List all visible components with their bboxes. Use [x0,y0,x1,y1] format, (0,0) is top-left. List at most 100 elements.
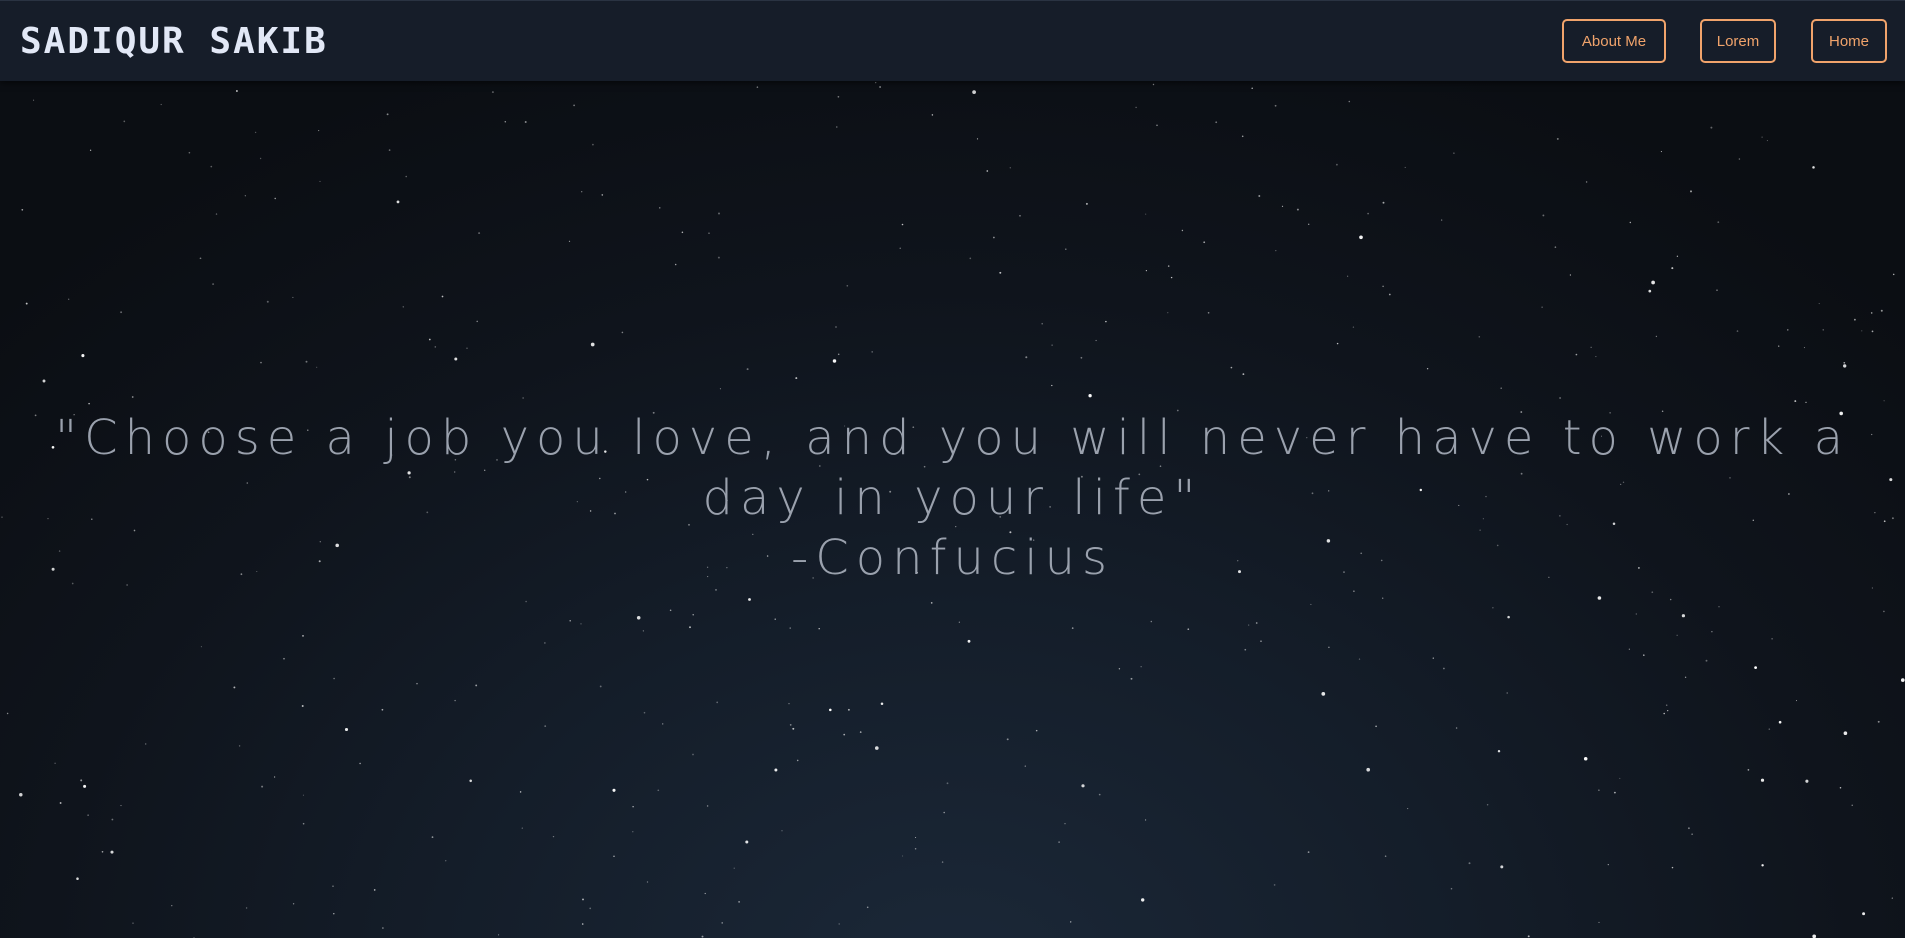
star [930,602,933,604]
star [1080,356,1083,359]
star [1663,712,1666,715]
star [1554,246,1557,248]
star [1500,865,1504,869]
star [1009,167,1011,169]
star [1687,827,1690,830]
star [612,788,616,792]
star [1187,628,1190,631]
star [1388,293,1391,296]
star [1065,248,1067,250]
star [745,840,749,844]
star [708,232,710,234]
star [19,793,23,797]
star [999,271,1002,274]
star [1607,863,1609,866]
star [1660,151,1662,153]
star [902,855,904,857]
star [1891,897,1893,899]
star [1559,397,1562,399]
star [1105,320,1107,323]
star [1358,658,1361,660]
star [259,157,262,160]
star [1336,163,1338,166]
star [215,213,218,215]
nav-lorem-button[interactable]: Lorem [1700,19,1776,63]
star [333,912,335,915]
star [715,589,717,591]
star [835,326,837,328]
star [1404,166,1406,168]
star [6,712,9,715]
star [1585,181,1588,183]
star [838,923,840,925]
star [1255,622,1258,624]
star [428,338,431,341]
star [1590,346,1592,348]
star [795,377,798,380]
star [692,753,694,756]
star [1336,342,1339,345]
star [1006,738,1009,741]
star [521,827,523,829]
star [454,357,458,361]
star [382,927,384,929]
star [1671,866,1674,869]
star [131,396,134,398]
star [1058,841,1060,843]
star [388,149,391,151]
star [1486,804,1489,806]
star [42,379,46,383]
star [733,867,735,869]
star [1441,219,1443,221]
star [1347,275,1349,277]
star [1248,624,1250,626]
star [1760,778,1765,782]
star [1275,249,1277,252]
star [748,598,751,601]
star [1095,339,1097,342]
star [1353,590,1355,592]
star [359,762,361,765]
star [316,366,318,368]
star [1070,921,1072,923]
star [1676,634,1678,636]
star [599,685,602,688]
star [1738,158,1741,160]
star [1778,720,1782,724]
top-navbar: SADIQUR SAKIB About Me Lorem Home [0,0,1905,81]
star [274,197,276,200]
nav-home-button[interactable]: Home [1811,19,1887,63]
star [718,212,720,215]
star [160,103,162,106]
star [145,743,147,745]
star [552,835,555,838]
star [1443,667,1445,670]
star [1181,229,1184,232]
star [1761,136,1763,138]
star [522,397,524,399]
star [266,300,269,303]
star [1426,368,1429,370]
star [1085,202,1088,205]
star [445,860,447,862]
star [1274,104,1277,107]
star [292,903,295,905]
star [941,861,944,863]
star [592,143,594,146]
quote-author: -Confucius [790,530,1115,586]
nav-about-me-button[interactable]: About Me [1562,19,1666,63]
star [837,353,840,356]
star [871,351,874,353]
star [659,207,661,209]
site-brand[interactable]: SADIQUR SAKIB [20,21,328,62]
star [1352,326,1355,328]
star [1651,591,1654,594]
star [643,711,646,714]
star [1768,728,1771,730]
star [958,621,960,623]
star [1718,606,1720,608]
star [756,86,759,88]
star [1019,215,1021,217]
star [504,121,507,123]
star [568,240,571,242]
